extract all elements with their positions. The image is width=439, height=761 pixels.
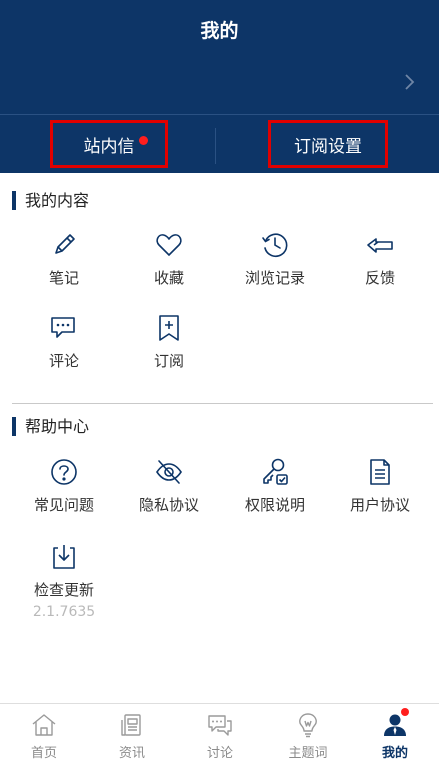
history-item[interactable]: 浏览记录 bbox=[227, 230, 323, 288]
favorites-item[interactable]: 收藏 bbox=[121, 230, 217, 288]
header: 我的 站内信 订阅设置 bbox=[0, 0, 439, 173]
topic-icon bbox=[299, 713, 317, 738]
comments-label: 评论 bbox=[48, 352, 79, 370]
question-icon bbox=[51, 459, 77, 485]
favorites-label: 收藏 bbox=[153, 269, 184, 287]
subscriptions-label: 订阅 bbox=[153, 352, 184, 370]
tab-news[interactable]: 资讯 bbox=[88, 704, 176, 761]
key-icon bbox=[263, 458, 288, 485]
check-update-item[interactable]: 检查更新 2.1.7635 bbox=[16, 542, 112, 620]
home-icon bbox=[32, 714, 56, 736]
subscriptions-item[interactable]: 订阅 bbox=[121, 313, 217, 371]
notes-label: 笔记 bbox=[48, 269, 79, 287]
section-divider bbox=[12, 403, 433, 404]
bookmark-add-icon bbox=[159, 315, 179, 341]
privacy-policy-item[interactable]: 隐私协议 bbox=[121, 457, 217, 515]
subscription-settings-label: 订阅设置 bbox=[294, 136, 362, 157]
bottom-tab-bar: 首页 资讯 讨论 主题词 我的 bbox=[0, 703, 439, 761]
discussion-icon bbox=[208, 715, 232, 736]
inbox-tab-label: 站内信 bbox=[83, 136, 135, 157]
tab-home[interactable]: 首页 bbox=[0, 704, 88, 761]
app-version: 2.1.7635 bbox=[32, 604, 96, 620]
comment-icon bbox=[51, 317, 75, 338]
subscription-settings-tab[interactable]: 订阅设置 bbox=[268, 120, 388, 168]
tab-home-label: 首页 bbox=[30, 746, 57, 761]
document-icon bbox=[370, 459, 390, 485]
check-update-label: 检查更新 bbox=[33, 581, 94, 599]
feedback-item[interactable]: 反馈 bbox=[332, 230, 428, 288]
page-title: 我的 bbox=[200, 20, 239, 42]
user-agreement-label: 用户协议 bbox=[349, 496, 410, 514]
unread-dot bbox=[139, 136, 148, 145]
history-label: 浏览记录 bbox=[244, 269, 305, 287]
feedback-icon bbox=[367, 238, 393, 253]
tab-topic[interactable]: 主题词 bbox=[264, 704, 352, 761]
comments-item[interactable]: 评论 bbox=[16, 313, 112, 371]
pencil-icon bbox=[55, 234, 75, 254]
news-icon bbox=[121, 714, 141, 736]
notes-item[interactable]: 笔记 bbox=[16, 230, 112, 288]
download-icon bbox=[53, 545, 75, 569]
header-tab-separator bbox=[215, 128, 216, 164]
tab-mine[interactable]: 我的 bbox=[351, 704, 439, 761]
faq-label: 常见问题 bbox=[33, 496, 94, 514]
history-icon bbox=[262, 233, 288, 257]
tab-discussion-label: 讨论 bbox=[206, 746, 233, 761]
faq-item[interactable]: 常见问题 bbox=[16, 457, 112, 515]
tab-news-label: 资讯 bbox=[118, 746, 145, 761]
inbox-tab[interactable]: 站内信 bbox=[50, 120, 168, 168]
user-agreement-item[interactable]: 用户协议 bbox=[332, 457, 428, 515]
permissions-label: 权限说明 bbox=[244, 496, 305, 514]
permissions-item[interactable]: 权限说明 bbox=[227, 457, 323, 515]
header-divider bbox=[0, 114, 439, 115]
tab-discussion[interactable]: 讨论 bbox=[176, 704, 264, 761]
heart-icon bbox=[156, 234, 182, 256]
eye-off-icon bbox=[156, 460, 182, 484]
privacy-policy-label: 隐私协议 bbox=[138, 496, 199, 514]
tab-mine-label: 我的 bbox=[381, 746, 408, 761]
my-content-section-title: 我的内容 bbox=[12, 191, 89, 210]
chevron-right-icon[interactable] bbox=[403, 70, 417, 94]
tab-topic-label: 主题词 bbox=[288, 746, 328, 761]
help-center-section-title: 帮助中心 bbox=[12, 417, 89, 436]
feedback-label: 反馈 bbox=[364, 269, 395, 287]
notification-dot bbox=[401, 708, 409, 716]
